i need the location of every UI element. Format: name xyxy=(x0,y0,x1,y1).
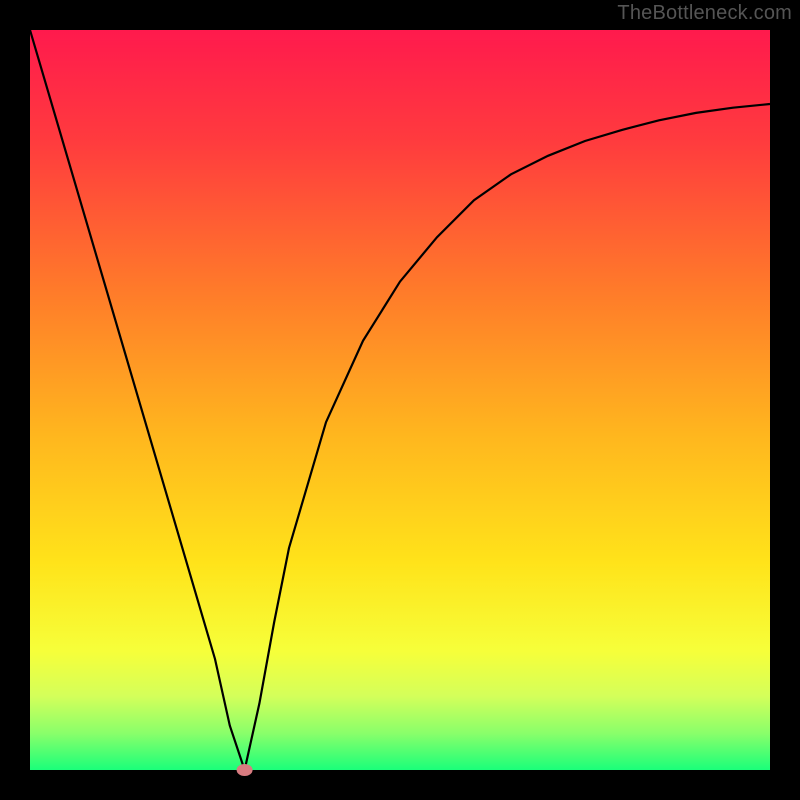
minimum-marker xyxy=(237,764,253,776)
chart-container: TheBottleneck.com xyxy=(0,0,800,800)
bottleneck-chart xyxy=(0,0,800,800)
watermark-text: TheBottleneck.com xyxy=(617,2,792,25)
plot-background xyxy=(30,30,770,770)
